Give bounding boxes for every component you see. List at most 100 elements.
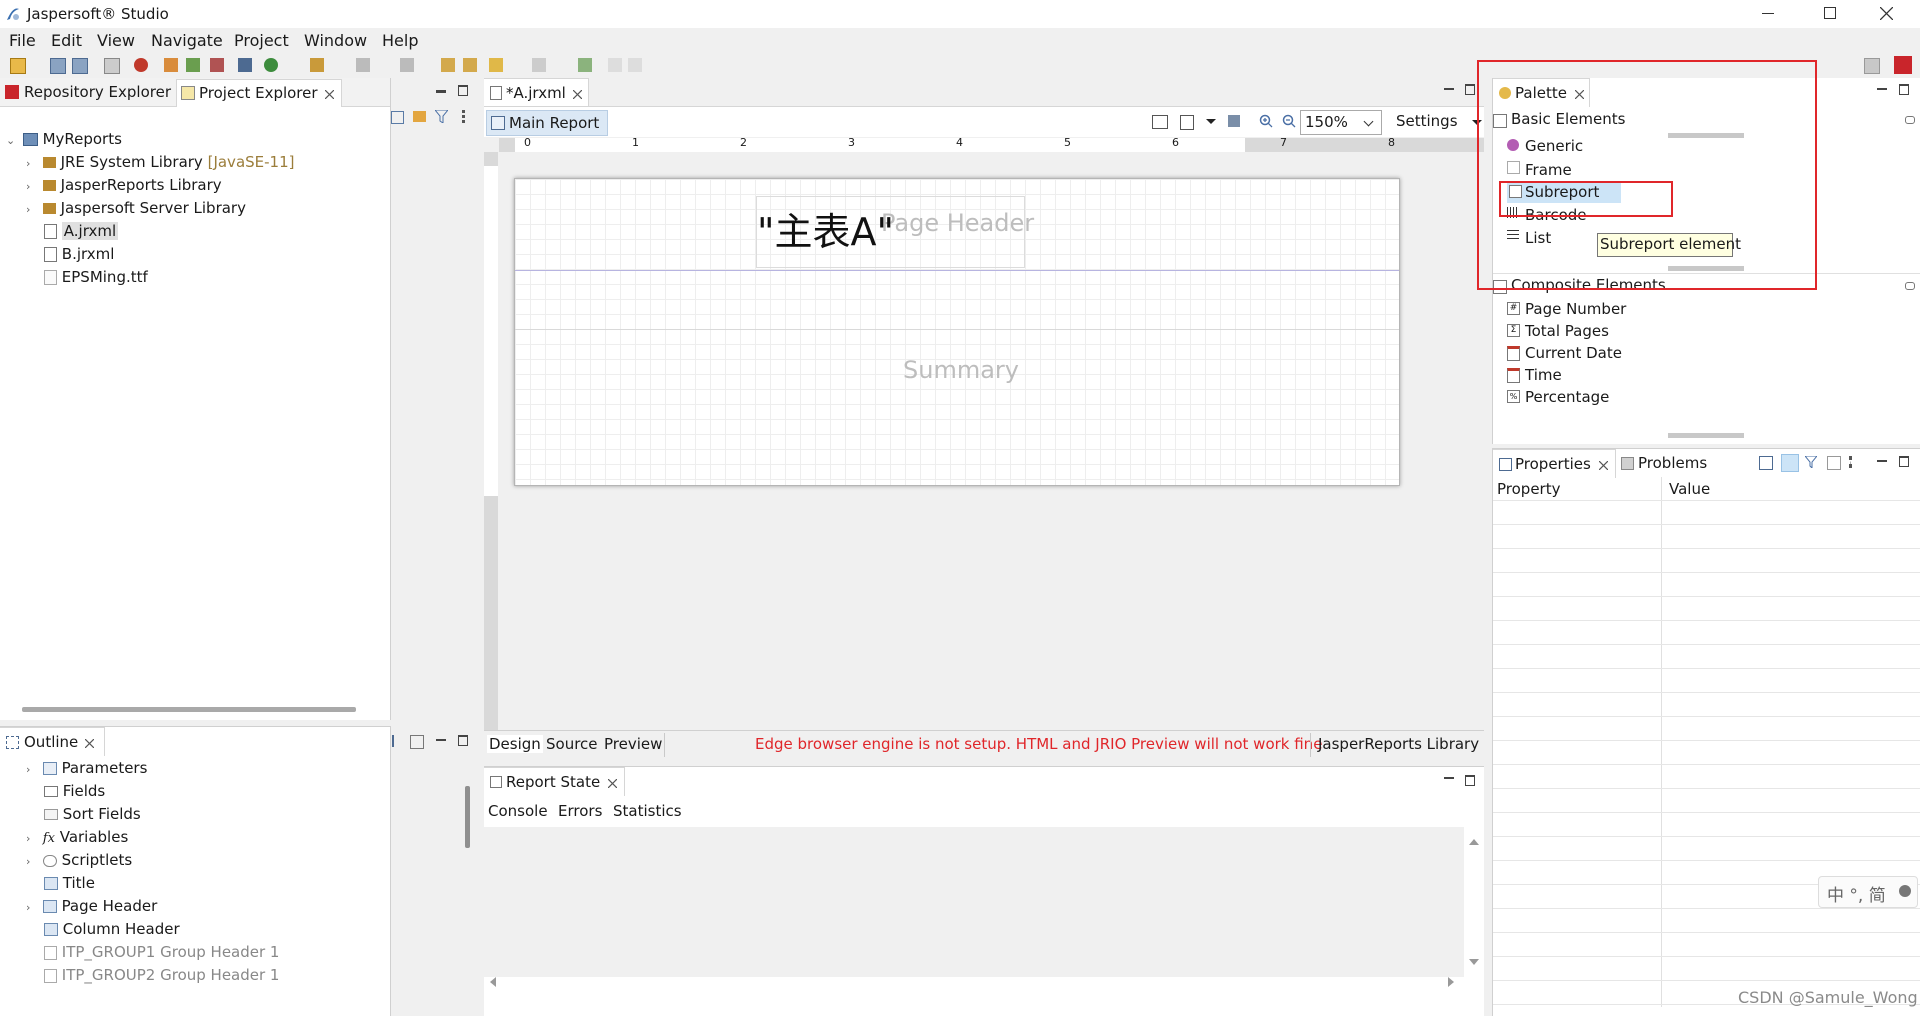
wizard-icon[interactable] xyxy=(210,58,224,72)
outline-item-page-header[interactable]: › Page Header xyxy=(26,895,157,917)
outline-item-scriptlets[interactable]: › Scriptlets xyxy=(26,849,132,871)
tree-item-b-jrxml[interactable]: B.jrxml xyxy=(44,243,114,265)
palette-item-percentage[interactable]: % Percentage xyxy=(1507,387,1707,409)
tab-preview[interactable]: Preview xyxy=(604,735,662,753)
collapse-all-icon[interactable] xyxy=(391,111,404,124)
import-icon[interactable] xyxy=(164,58,178,72)
band-layout-icon[interactable] xyxy=(1152,115,1168,129)
chevron-right-icon[interactable]: › xyxy=(26,199,38,221)
tab-statistics[interactable]: Statistics xyxy=(613,802,682,820)
chevron-right-icon[interactable]: › xyxy=(26,897,38,919)
outline-item-fields[interactable]: Fields xyxy=(44,780,105,802)
save-all-icon[interactable] xyxy=(72,58,88,74)
title-text-field[interactable]: "主表A" xyxy=(756,196,1025,268)
tree-item-a-jrxml[interactable]: A.jrxml xyxy=(44,220,119,242)
view-menu-icon[interactable] xyxy=(1849,456,1855,468)
scroll-down-icon[interactable] xyxy=(1668,433,1744,438)
link-editor-icon[interactable] xyxy=(413,111,426,122)
save-icon[interactable] xyxy=(50,58,66,74)
new-icon[interactable] xyxy=(10,58,26,74)
scroll-right-icon[interactable] xyxy=(1448,977,1454,987)
outline-item-variables[interactable]: › fx Variables xyxy=(26,826,128,848)
tab-project-explorer[interactable]: Project Explorer xyxy=(199,84,318,102)
menu-window[interactable]: Window xyxy=(304,31,367,50)
chevron-down-icon[interactable] xyxy=(1206,119,1216,124)
report-page[interactable]: Page Header "主表A" Summary xyxy=(514,178,1400,486)
tab-outline-container[interactable]: Outline xyxy=(0,727,105,756)
maximize-view-icon[interactable] xyxy=(458,735,468,746)
palette-item-time[interactable]: Time xyxy=(1507,365,1707,387)
forward-edit-icon[interactable] xyxy=(463,58,477,72)
scroll-up-icon[interactable] xyxy=(1469,839,1479,845)
next-annotation-icon[interactable] xyxy=(356,58,370,72)
chevron-right-icon[interactable]: › xyxy=(26,828,38,850)
maximize-view-icon[interactable] xyxy=(458,85,468,96)
prev-annotation-icon[interactable] xyxy=(400,58,414,72)
menu-edit[interactable]: Edit xyxy=(51,31,82,50)
console-output[interactable] xyxy=(484,827,1464,977)
tab-properties[interactable]: Properties xyxy=(1515,455,1591,473)
minimize-view-icon[interactable] xyxy=(1877,88,1887,90)
advanced-icon[interactable] xyxy=(1827,456,1841,470)
compile-icon[interactable] xyxy=(104,58,120,74)
tree-item-jasperreports-library[interactable]: › JasperReports Library xyxy=(26,174,222,196)
report-state-tab-container[interactable]: Report State xyxy=(484,767,625,796)
minimize-view-icon[interactable] xyxy=(1877,460,1887,462)
redo-icon[interactable] xyxy=(628,58,642,72)
tab-repository-explorer[interactable]: Repository Explorer xyxy=(24,83,171,101)
chevron-right-icon[interactable]: › xyxy=(26,153,38,175)
drawer-pin-icon[interactable] xyxy=(1905,282,1915,290)
maximize-view-icon[interactable] xyxy=(1899,84,1909,95)
explorer-horizontal-scrollbar[interactable] xyxy=(22,707,356,712)
categories-icon[interactable] xyxy=(1781,454,1799,472)
tree-item-myreports[interactable]: ⌄ MyReports xyxy=(6,128,122,150)
chevron-right-icon[interactable]: › xyxy=(26,759,38,781)
page-header-band[interactable]: Page Header "主表A" xyxy=(515,179,1399,271)
close-tab-icon[interactable] xyxy=(85,739,94,748)
main-report-tab[interactable]: Main Report xyxy=(486,110,608,136)
minimize-view-icon[interactable] xyxy=(436,739,446,741)
view-menu-icon[interactable] xyxy=(462,110,468,123)
tab-project-explorer-container[interactable]: Project Explorer xyxy=(176,79,342,107)
chevron-down-icon[interactable] xyxy=(1363,116,1374,127)
tree-item-jre[interactable]: › JRE System Library [JavaSE-11] xyxy=(26,151,294,173)
palette-item-current-date[interactable]: Current Date xyxy=(1507,343,1707,365)
tree-view-icon[interactable] xyxy=(392,735,404,747)
zoom-in-icon[interactable] xyxy=(1259,114,1273,128)
close-icon[interactable] xyxy=(1880,7,1893,20)
palette-item-page-number[interactable]: # Page Number xyxy=(1507,299,1707,321)
editor-tab-label[interactable]: *A.jrxml xyxy=(506,84,566,102)
filter-icon[interactable] xyxy=(1805,456,1817,468)
minimize-view-icon[interactable] xyxy=(1444,88,1454,90)
menu-project[interactable]: Project xyxy=(234,31,289,50)
minimize-view-icon[interactable] xyxy=(436,90,446,92)
zoom-select[interactable]: 150% xyxy=(1300,110,1382,135)
scroll-down-icon[interactable] xyxy=(1469,959,1479,965)
close-tab-icon[interactable] xyxy=(573,90,582,99)
expand-arrow-icon[interactable]: ⌄ xyxy=(6,130,18,152)
tab-console[interactable]: Console xyxy=(488,802,548,820)
close-tab-icon[interactable] xyxy=(1599,461,1608,470)
print-icon[interactable] xyxy=(1228,115,1240,127)
maximize-view-icon[interactable] xyxy=(1465,84,1475,95)
tree-item-epsming-ttf[interactable]: EPSMing.ttf xyxy=(44,266,148,288)
outline-vertical-scrollbar[interactable] xyxy=(465,786,470,848)
export-icon[interactable] xyxy=(186,58,200,72)
drawer-pin-icon[interactable] xyxy=(1905,116,1915,124)
page-format-icon[interactable] xyxy=(1180,115,1194,130)
menu-help[interactable]: Help xyxy=(382,31,418,50)
filter-icon[interactable] xyxy=(435,110,448,123)
design-canvas[interactable]: Page Header "主表A" Summary xyxy=(498,152,1484,730)
tab-problems[interactable]: Problems xyxy=(1638,454,1707,472)
pin-icon[interactable] xyxy=(1759,456,1773,470)
forward-icon[interactable] xyxy=(532,58,546,72)
jaspersoft-perspective-icon[interactable] xyxy=(1894,56,1912,74)
run-icon[interactable] xyxy=(264,58,278,72)
ime-settings-icon[interactable] xyxy=(1899,885,1911,897)
outline-item-column-header[interactable]: Column Header xyxy=(44,918,180,940)
back-edit-icon[interactable] xyxy=(441,58,455,72)
close-tab-icon[interactable] xyxy=(608,779,617,788)
undo-icon[interactable] xyxy=(608,58,622,72)
outline-item-group2-header[interactable]: ITP_GROUP2 Group Header 1 xyxy=(44,964,279,986)
outline-item-title[interactable]: Title xyxy=(44,872,95,894)
